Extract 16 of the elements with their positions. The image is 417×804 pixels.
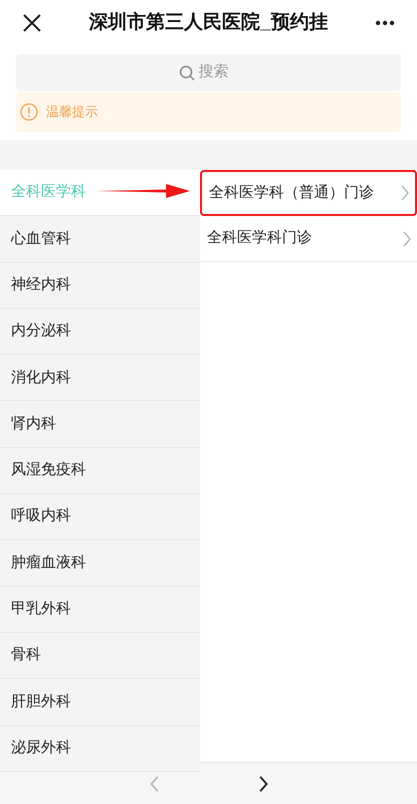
department-item[interactable]: 甲乳外科 bbox=[0, 586, 200, 633]
warning-icon bbox=[20, 103, 38, 121]
clinic-label: 全科医学科（普通）门诊 bbox=[209, 182, 374, 203]
clinic-label: 全科医学科门诊 bbox=[207, 228, 312, 248]
more-icon bbox=[375, 20, 395, 26]
clinic-item[interactable]: 全科医学科（普通）门诊 bbox=[200, 170, 417, 216]
notice-text: 温馨提示 bbox=[46, 103, 98, 122]
search-icon bbox=[178, 64, 194, 80]
department-item[interactable]: 泌尿外科 bbox=[0, 726, 200, 772]
chevron-icon bbox=[403, 230, 411, 246]
clinic-item[interactable]: 全科医学科门诊 bbox=[200, 216, 417, 262]
window-title: 深圳市第三人民医院_预约挂 bbox=[89, 10, 328, 35]
close-icon bbox=[22, 13, 42, 33]
search-field[interactable]: 搜索 bbox=[198, 61, 238, 84]
chevron-icon bbox=[401, 185, 409, 201]
department-item[interactable]: 神经内科 bbox=[0, 262, 200, 309]
